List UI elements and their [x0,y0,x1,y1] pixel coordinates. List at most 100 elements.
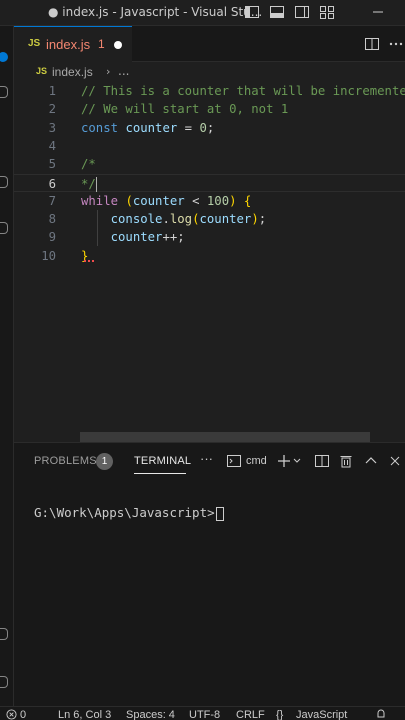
accounts-icon[interactable] [0,628,8,640]
manage-gear-icon[interactable] [0,676,8,688]
code-token: ( [125,193,133,208]
tab-index-js[interactable]: JS index.js 1 [14,26,132,62]
line-number: 5 [48,157,56,172]
line-number: 2 [48,102,56,117]
minimize-icon[interactable] [370,4,386,20]
line-code: // This is a counter that will be increm… [81,84,405,98]
terminal-cursor [215,506,224,521]
code-token: while [81,193,119,208]
notification-dot-icon [0,52,8,62]
braces-icon: {} [276,709,284,720]
line-number: 10 [41,248,56,263]
code-token: ++ [162,230,178,245]
line-number: 4 [48,138,56,153]
line-code: console.log(counter); [81,210,267,228]
line-code: } [81,248,89,263]
code-token: = [184,120,193,135]
javascript-file-icon: JS [28,38,41,49]
window-title: ● index.js - Javascript - Visual Stu... [48,5,263,19]
code-token: counter [132,193,185,208]
indent-guide [97,210,98,246]
code-token: ; [258,212,267,227]
editor-tabs: JS index.js 1 [14,26,405,62]
active-tab-indicator [134,473,186,474]
line-number: 1 [48,84,56,98]
line-number: 9 [48,230,56,245]
breadcrumb: JS index.js › ... [14,62,405,82]
code-token: ; [177,230,185,245]
source-control-icon[interactable] [0,176,8,188]
search-icon[interactable] [0,86,8,98]
chevron-down-icon[interactable] [292,453,302,469]
status-bar: 0 Ln 6, Col 3 Spaces: 4 UTF-8 CRLF {} Ja… [0,706,405,720]
code-line[interactable]: 5 /* [14,155,405,173]
text-cursor [95,176,97,192]
extensions-icon[interactable] [0,222,8,234]
cursor-position[interactable]: Ln 6, Col 3 [58,709,111,720]
code-token: ) [251,212,259,227]
indentation[interactable]: Spaces: 4 [126,709,175,720]
code-token: 100 [206,193,230,208]
layout-sidebar-left-icon[interactable] [244,4,260,20]
layout-sidebar-right-icon[interactable] [294,4,310,20]
javascript-file-icon: JS [36,66,48,76]
code-token: ) [229,193,237,208]
error-count[interactable]: 0 [20,709,26,720]
title-bar: ● index.js - Javascript - Visual Stu... [0,0,405,26]
line-number: 3 [48,120,56,135]
panel-more-icon[interactable]: ··· [200,451,213,466]
line-code: while (counter < 100) { [81,192,251,210]
line-number: 6 [48,176,56,191]
add-terminal-icon[interactable] [276,453,292,469]
unsaved-dot-icon[interactable] [114,41,122,49]
code-line[interactable]: 3 const counter = 0; [14,119,405,137]
split-terminal-icon[interactable] [314,453,330,469]
code-token: console [110,212,163,227]
line-code: // We will start at 0, not 1 [81,102,289,117]
encoding[interactable]: UTF-8 [189,709,220,720]
code-line[interactable]: 10} [14,247,405,265]
code-token: counter [199,212,252,227]
tab-problems[interactable]: PROBLEMS [34,455,97,467]
code-token: ; [206,120,215,135]
terminal-prompt: G:\Work\Apps\Javascript> [34,505,215,520]
more-actions-icon[interactable] [388,36,404,52]
terminal-output[interactable]: G:\Work\Apps\Javascript> [34,505,224,521]
bell-icon[interactable] [375,708,387,720]
line-number: 7 [48,193,56,208]
bottom-panel: PROBLEMS 1 TERMINAL ··· cmd G:\Work\Apps… [14,442,405,706]
layout-panel-icon[interactable] [269,4,285,20]
code-line[interactable]: 2 // We will start at 0, not 1 [14,100,405,118]
trash-icon[interactable] [338,453,354,469]
tab-terminal[interactable]: TERMINAL [134,455,191,467]
layout-customize-icon[interactable] [319,4,335,20]
split-editor-icon[interactable] [364,36,380,52]
code-line-current[interactable]: 6 */ [14,173,405,192]
line-endings[interactable]: CRLF [236,709,265,720]
error-icon[interactable] [6,709,17,720]
horizontal-scrollbar[interactable] [80,432,370,442]
terminal-icon [227,455,241,467]
code-token: < [192,193,200,208]
close-panel-icon[interactable] [387,453,403,469]
code-token: const [81,120,119,135]
code-line[interactable]: 4 [14,137,405,155]
chevron-up-icon[interactable] [363,453,379,469]
line-code: /* [81,157,96,172]
tab-problem-count: 1 [98,37,105,51]
line-number: 8 [48,212,56,227]
code-editor[interactable]: 1 // This is a counter that will be incre… [14,82,405,442]
code-token: log [169,212,193,227]
breadcrumb-file[interactable]: index.js [52,65,93,79]
code-line[interactable]: 7 while (counter < 100) { [14,192,405,210]
code-line[interactable]: 1 // This is a counter that will be incre… [14,82,405,100]
code-line[interactable]: 8 console.log(counter); [14,210,405,228]
breadcrumb-symbols[interactable]: ... [118,64,129,78]
error-squiggle [84,258,94,262]
code-line[interactable]: 9 counter++; [14,228,405,246]
line-code: const counter = 0; [81,119,214,137]
terminal-shell-name[interactable]: cmd [246,455,267,467]
code-token: counter [125,120,178,135]
language-mode[interactable]: JavaScript [296,709,347,720]
code-token: 0 [199,120,207,135]
